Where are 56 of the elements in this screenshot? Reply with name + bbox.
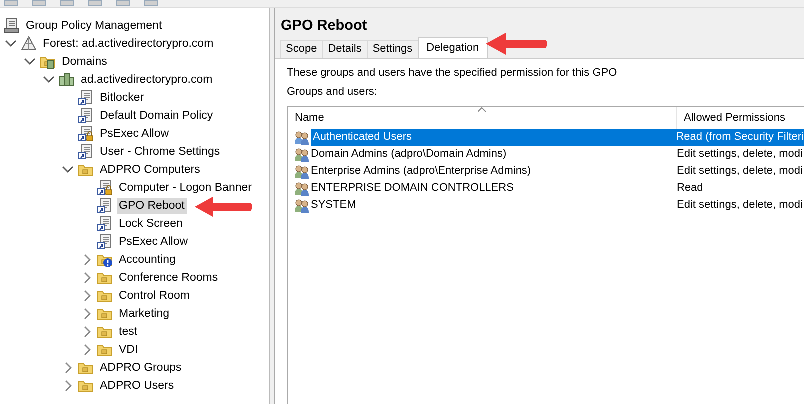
tree-item[interactable]: Domains xyxy=(60,54,110,70)
tree-item[interactable]: GPO Reboot xyxy=(117,198,187,214)
table-cell[interactable]: ENTERPRISE DOMAIN CONTROLLERS xyxy=(311,180,677,197)
gpo-link-icon xyxy=(97,216,113,232)
tab[interactable]: Scope xyxy=(280,40,324,58)
tree-item[interactable]: VDI xyxy=(117,342,140,358)
domain-icon xyxy=(59,72,75,88)
users-icon xyxy=(294,146,310,162)
tree-item[interactable]: ADPRO Groups xyxy=(98,360,184,376)
triangle-icon xyxy=(21,36,37,52)
tab[interactable]: Delegation xyxy=(418,37,488,58)
column-header[interactable]: Allowed Permissions xyxy=(677,110,786,129)
gpo-link-icon xyxy=(97,198,113,214)
console-icon xyxy=(4,18,20,34)
gpo-link-icon xyxy=(78,126,94,142)
tree-item[interactable]: Marketing xyxy=(117,306,172,322)
tree-item[interactable]: ADPRO Users xyxy=(98,378,176,394)
annotation-arrow xyxy=(484,32,550,56)
tree-item[interactable]: ADPRO Computers xyxy=(98,162,202,178)
tree-item[interactable]: User - Chrome Settings xyxy=(98,144,222,160)
tree-item[interactable]: Computer - Logon Banner xyxy=(117,180,254,196)
description-text: These groups and users have the specified permission for this GPO xyxy=(287,66,618,81)
table-cell-text: Read xyxy=(677,181,704,196)
tree-item[interactable]: Accounting xyxy=(117,252,178,268)
table-cell-text: Edit settings, delete, modi xyxy=(677,147,804,162)
gpo-link-icon xyxy=(78,90,94,106)
tree-item[interactable]: PsExec Allow xyxy=(98,126,172,142)
tree-item[interactable]: PsExec Allow xyxy=(117,234,190,250)
list-label: Groups and users: xyxy=(287,85,378,100)
users-icon xyxy=(294,130,310,146)
gpo-link-icon xyxy=(97,234,113,250)
sort-icon xyxy=(478,107,486,112)
tree-item[interactable]: Conference Rooms xyxy=(117,270,220,286)
tree-item[interactable]: Default Domain Policy xyxy=(98,108,216,124)
users-icon xyxy=(294,198,310,214)
gpo-link-icon xyxy=(78,108,94,124)
users-icon xyxy=(294,180,310,196)
table-cell[interactable]: SYSTEM xyxy=(311,197,677,214)
table-cell[interactable]: Domain Admins (adpro\Domain Admins) xyxy=(311,146,677,163)
tree-item[interactable]: Lock Screen xyxy=(117,216,185,232)
tree-item[interactable]: Forest: ad.activedirectorypro.com xyxy=(41,36,216,52)
table-cell[interactable]: Authenticated Users xyxy=(311,129,676,146)
tree-item[interactable]: ad.activedirectorypro.com xyxy=(79,72,215,88)
table-cell[interactable]: Enterprise Admins (adpro\Enterprise Admins) xyxy=(311,163,677,180)
tree-item[interactable]: Bitlocker xyxy=(98,90,146,106)
gpo-link-icon xyxy=(78,144,94,160)
tree-item[interactable]: Group Policy Management xyxy=(24,18,164,34)
table-cell-text: Edit settings, delete, modi xyxy=(677,164,804,179)
table-cell-text: Edit settings, delete, modi xyxy=(677,198,804,213)
gpo-title: GPO Reboot xyxy=(280,17,368,36)
tree-item[interactable]: test xyxy=(117,324,140,340)
users-icon xyxy=(294,164,310,180)
table-cell: Read (from Security Filteri xyxy=(676,129,804,146)
annotation-arrow xyxy=(193,196,255,218)
gpo-link-icon xyxy=(97,180,113,196)
tree-item[interactable]: Control Room xyxy=(117,288,192,304)
